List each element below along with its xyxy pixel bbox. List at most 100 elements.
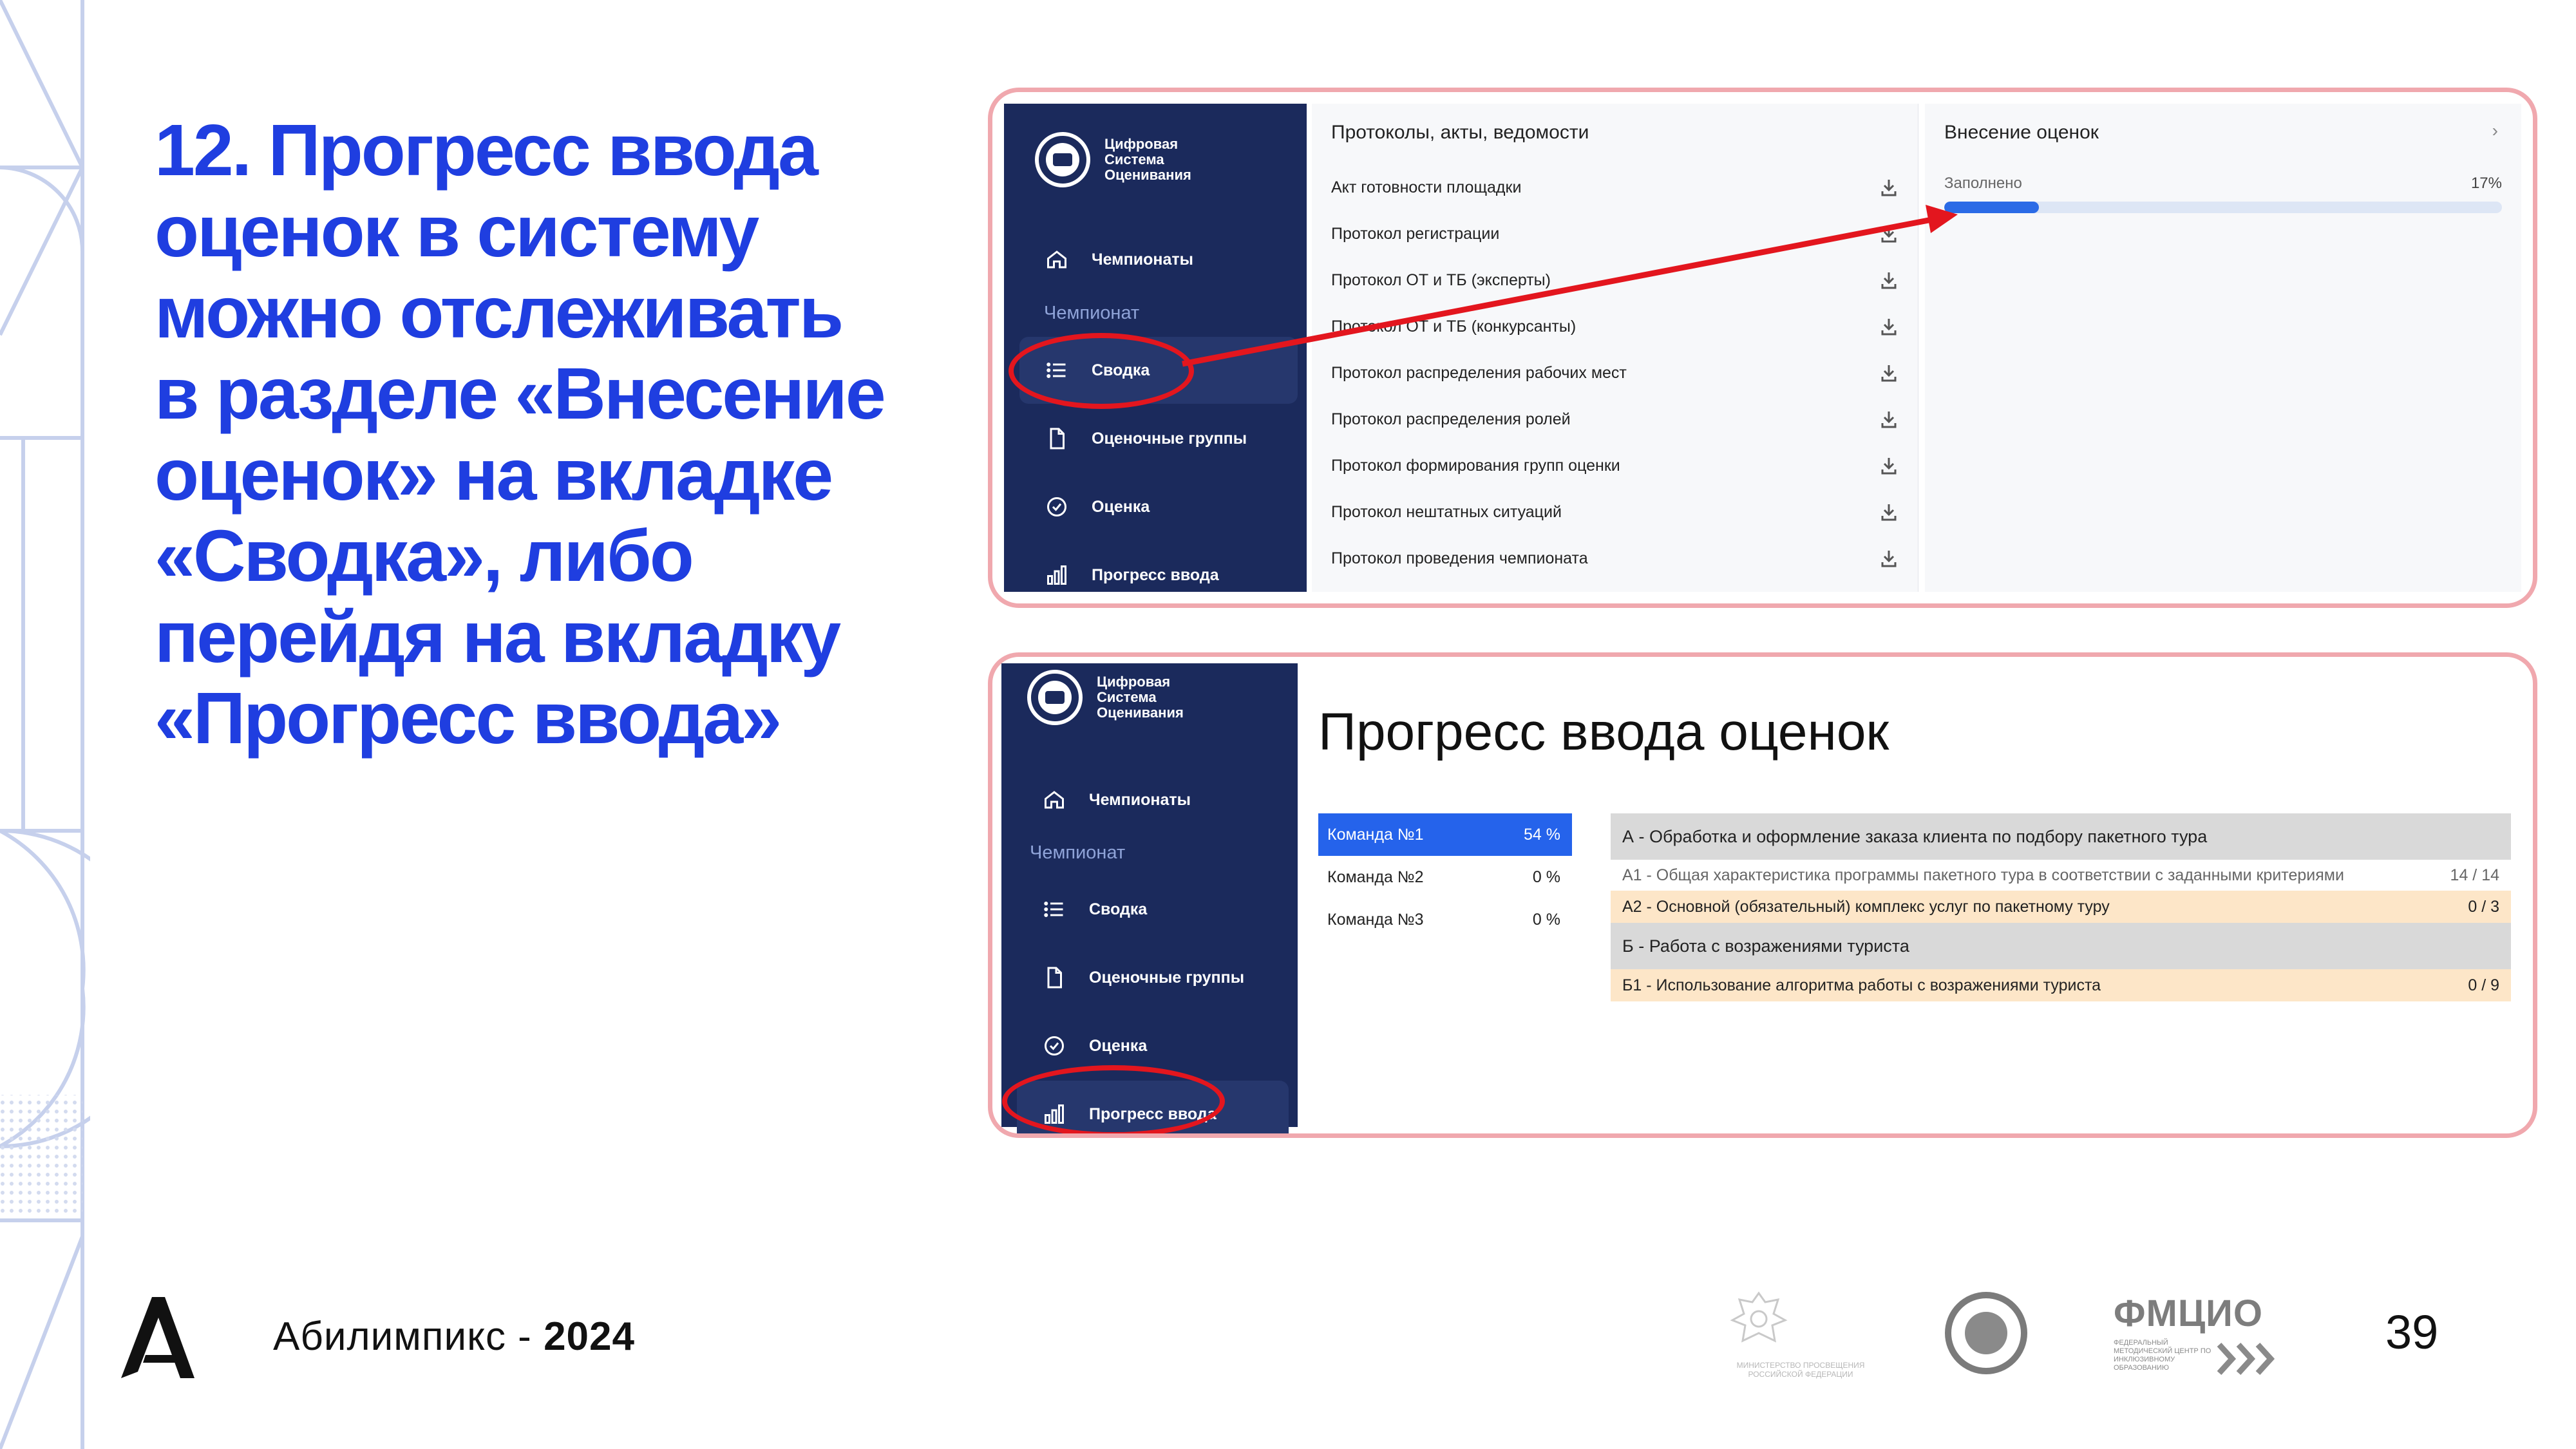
sidebar-item-label: Чемпионаты — [1092, 250, 1193, 269]
team-row[interactable]: Команда №2 0 % — [1318, 856, 1572, 898]
document-row[interactable]: Протокол формирования групп оценки — [1331, 442, 1897, 489]
app-logo: Цифровая Система Оценивания — [1027, 670, 1200, 725]
sidebar-item-label: Оценка — [1092, 497, 1150, 516]
document-name: Протокол формирования групп оценки — [1331, 456, 1620, 475]
sidebar-item-championships[interactable]: Чемпионаты — [1017, 766, 1289, 833]
document-name: Протокол ОТ и ТБ (эксперты) — [1331, 270, 1551, 289]
download-icon[interactable] — [1880, 456, 1897, 475]
team-name: Команда №2 — [1327, 867, 1424, 886]
team-list: Команда №1 54 % Команда №2 0 % Команда №3 0 % — [1318, 813, 1572, 941]
grades-filled-percent: 17% — [2470, 175, 2502, 192]
sidebar-item-groups[interactable]: Оценочные группы — [1017, 944, 1289, 1011]
download-icon[interactable] — [1880, 410, 1897, 429]
documents-panel: Протоколы, акты, ведомости Акт готовност… — [1312, 104, 1918, 592]
bar-chart-icon — [1044, 562, 1070, 588]
team-name: Команда №1 — [1327, 825, 1424, 844]
criterion-name: А1 - Общая характеристика программы паке… — [1622, 866, 2344, 884]
brand-name: Абилимпикс - — [273, 1314, 544, 1359]
documents-panel-title: Протоколы, акты, ведомости — [1331, 122, 1589, 143]
fmcio-logo: ФМЦИО ФЕДЕРАЛЬНЫЙ МЕТОДИЧЕСКИЙ ЦЕНТР ПО … — [2114, 1292, 2281, 1376]
document-icon — [1044, 426, 1070, 451]
grades-entry-panel[interactable]: Внесение оценок › Заполнено 17% — [1925, 104, 2521, 592]
list-icon — [1041, 896, 1067, 922]
document-row[interactable]: Протокол проведения чемпионата — [1331, 535, 1897, 582]
brand-year: 2024 — [544, 1314, 635, 1359]
decorative-strip — [0, 0, 90, 1449]
document-name: Протокол регистрации — [1331, 224, 1500, 243]
download-icon[interactable] — [1880, 317, 1897, 336]
eagle-emblem-icon — [1730, 1291, 1788, 1343]
slide-heading: 12. Прогресс ввода оценок в систему можн… — [155, 109, 953, 759]
heading-line: «Сводка», либо — [155, 515, 694, 596]
criterion-row[interactable]: Б1 - Использование алгоритма работы с во… — [1611, 969, 2511, 1001]
sidebar: Цифровая Система Оценивания Чемпионаты Ч… — [1001, 663, 1298, 1133]
sidebar-item-grading[interactable]: Оценка — [1019, 473, 1298, 540]
team-row[interactable]: Команда №1 54 % — [1318, 813, 1572, 856]
document-row[interactable]: Протокол нештатных ситуаций — [1331, 489, 1897, 535]
download-icon[interactable] — [1880, 363, 1897, 383]
team-percent: 54 % — [1524, 825, 1560, 844]
download-icon[interactable] — [1880, 270, 1897, 290]
document-row[interactable]: Акт готовности площадки — [1331, 164, 1897, 211]
document-row[interactable]: Протокол распределения ролей — [1331, 396, 1897, 442]
sidebar-item-championships[interactable]: Чемпионаты — [1019, 226, 1298, 293]
criterion-name: Б - Работа с возражениями туриста — [1622, 936, 1909, 956]
progress-main: Прогресс ввода оценок Команда №1 54 % Кома… — [1302, 663, 2526, 1127]
grades-entry-title: Внесение оценок — [1944, 122, 2099, 143]
document-name: Протокол проведения чемпионата — [1331, 549, 1588, 567]
document-name: Акт готовности площадки — [1331, 178, 1522, 196]
team-row[interactable]: Команда №3 0 % — [1318, 898, 1572, 941]
sidebar-item-label: Сводка — [1089, 900, 1148, 918]
criterion-score: 0 / 3 — [2468, 897, 2499, 916]
heading-line: оценок в систему — [155, 191, 759, 272]
download-icon[interactable] — [1880, 549, 1897, 568]
home-icon — [1044, 247, 1070, 272]
logo-text: Цифровая Система Оценивания — [1097, 674, 1184, 721]
criterion-name: А2 - Основной (обязательный) комплекс ус… — [1622, 897, 2110, 916]
annotation-circle — [1002, 1065, 1225, 1133]
logo-emblem-icon — [1027, 670, 1083, 725]
document-icon — [1041, 965, 1067, 990]
fmcio-caption: ФЕДЕРАЛЬНЫЙ МЕТОДИЧЕСКИЙ ЦЕНТР ПО ИНКЛЮЗ… — [2114, 1339, 2211, 1372]
document-name: Протокол распределения ролей — [1331, 410, 1571, 428]
sidebar-item-groups[interactable]: Оценочные группы — [1019, 405, 1298, 472]
document-name: Протокол нештатных ситуаций — [1331, 502, 1562, 521]
team-percent: 0 % — [1532, 910, 1560, 929]
triple-chevron-icon — [2217, 1342, 2275, 1376]
screenshot-progress: Цифровая Система Оценивания Чемпионаты Ч… — [988, 652, 2537, 1138]
brand-text: Абилимпикс - 2024 — [273, 1314, 635, 1359]
heading-line: «Прогресс ввода» — [155, 677, 782, 759]
sidebar-section-label: Чемпионат — [1030, 842, 1126, 863]
sidebar-item-summary[interactable]: Сводка — [1017, 876, 1289, 943]
criterion-name: Б1 - Использование алгоритма работы с во… — [1622, 976, 2101, 994]
criterion-name: А - Обработка и оформление заказа клиент… — [1622, 826, 2208, 846]
download-icon[interactable] — [1880, 502, 1897, 522]
assessment-system-logo — [1945, 1292, 2027, 1374]
heading-line: перейдя на вкладку — [155, 596, 841, 677]
document-row[interactable]: Протокол ОТ и ТБ (конкурсанты) — [1331, 303, 1897, 350]
document-row[interactable]: Протокол распределения рабочих мест — [1331, 350, 1897, 396]
logo-text: Цифровая Система Оценивания — [1104, 136, 1191, 183]
fmcio-name: ФМЦИО — [2114, 1293, 2263, 1334]
grades-progress-bar — [1944, 202, 2502, 213]
book-emblem-icon — [1965, 1312, 2007, 1354]
sidebar-item-label: Чемпионаты — [1089, 790, 1191, 809]
document-row[interactable]: Протокол ОТ и ТБ (эксперты) — [1331, 257, 1897, 303]
document-row[interactable]: Протокол регистрации — [1331, 211, 1897, 257]
criterion-row[interactable]: А1 - Общая характеристика программы паке… — [1611, 860, 2511, 891]
app-logo: Цифровая Система Оценивания — [1035, 132, 1208, 187]
criterion-group-row[interactable]: Б - Работа с возражениями туриста — [1611, 923, 2511, 969]
download-icon[interactable] — [1880, 178, 1897, 197]
heading-line: можно отслеживать — [155, 272, 844, 353]
criteria-table: А - Обработка и оформление заказа клиент… — [1611, 813, 2511, 1001]
heading-line: оценок» на вкладке — [155, 434, 833, 515]
criterion-group-row[interactable]: А - Обработка и оформление заказа клиент… — [1611, 813, 2511, 860]
sidebar-item-progress[interactable]: Прогресс ввода — [1019, 542, 1298, 603]
download-icon[interactable] — [1880, 224, 1897, 243]
sidebar-item-label: Оценка — [1089, 1036, 1148, 1055]
criterion-row[interactable]: А2 - Основной (обязательный) комплекс ус… — [1611, 891, 2511, 923]
annotation-circle — [1009, 333, 1194, 409]
chevron-right-icon[interactable]: › — [2492, 120, 2498, 141]
sidebar-item-label: Оценочные группы — [1092, 429, 1247, 448]
grades-filled-label: Заполнено — [1944, 175, 2022, 192]
